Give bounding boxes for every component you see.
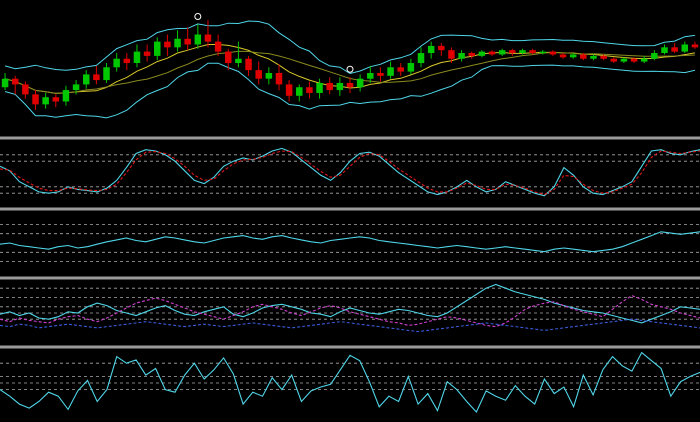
oscillator-pane-1[interactable]	[0, 147, 700, 197]
indicator-line	[0, 318, 700, 333]
candle-body	[661, 47, 668, 54]
indicator-line	[0, 150, 700, 196]
candle-body	[630, 58, 638, 62]
candle-body	[387, 67, 394, 76]
pane-separator	[0, 345, 700, 349]
candle-body	[225, 51, 232, 64]
candle-body	[275, 72, 283, 85]
candle-body	[590, 55, 597, 59]
candle-body	[82, 74, 90, 85]
candle-body	[580, 54, 587, 59]
candle-body	[326, 82, 333, 91]
candle-body	[407, 63, 415, 72]
candle-body	[478, 51, 486, 56]
chart-workspace[interactable]	[0, 0, 700, 418]
candle-body	[417, 53, 425, 64]
candle-body	[154, 41, 161, 56]
candle-body	[113, 58, 120, 68]
candle-body	[458, 53, 465, 59]
candle-body	[620, 58, 628, 62]
pane-separator	[0, 276, 700, 280]
candle-body	[235, 58, 242, 64]
candle-body	[285, 84, 293, 96]
candle-body	[306, 87, 313, 93]
candle-body	[93, 74, 100, 81]
price-pane[interactable]	[1, 13, 699, 119]
candle-body	[184, 38, 191, 45]
candle-body	[671, 47, 678, 52]
candle-body	[194, 34, 202, 45]
candle-body	[651, 53, 658, 59]
oscillator-pane-4[interactable]	[0, 351, 700, 413]
candle-body	[600, 55, 607, 59]
candle-body	[691, 44, 699, 48]
candle-body	[681, 44, 689, 52]
candle-body	[569, 54, 577, 58]
candle-body	[509, 50, 516, 54]
candle-body	[539, 51, 546, 54]
indicator-line	[0, 283, 700, 324]
candle-body	[346, 82, 354, 88]
candle-body	[255, 70, 262, 79]
bollinger-upper-line	[4, 20, 695, 75]
candle-body	[103, 67, 110, 81]
indicator-line	[0, 294, 700, 328]
candle-body	[52, 97, 60, 102]
candle-body	[529, 50, 536, 54]
candle-body	[1, 78, 9, 88]
candle-body	[133, 51, 141, 64]
fractal-marker	[346, 65, 354, 73]
indicator-line	[0, 351, 700, 413]
pane-separator	[0, 207, 700, 211]
candle-body	[519, 50, 526, 54]
candle-body	[143, 51, 151, 56]
candle-body	[22, 84, 29, 95]
candle-body	[448, 50, 455, 59]
candle-body	[265, 72, 273, 79]
candle-body	[610, 58, 618, 62]
candle-body	[164, 41, 171, 48]
candle-body	[32, 94, 39, 105]
candle-body	[468, 53, 475, 56]
candle-body	[204, 34, 212, 42]
oscillator-pane-3[interactable]	[0, 283, 700, 333]
candle-body	[316, 82, 323, 93]
pane-separator	[0, 136, 700, 140]
candle-body	[367, 72, 374, 79]
candle-body	[427, 45, 435, 54]
candle-body	[438, 45, 445, 51]
candle-body	[336, 82, 344, 91]
candle-body	[11, 78, 19, 85]
fractal-marker	[194, 13, 202, 21]
candle-body	[640, 58, 648, 62]
candle-body	[174, 38, 181, 48]
chart-canvas[interactable]	[0, 0, 700, 418]
candle-body	[214, 41, 222, 52]
candle-body	[377, 72, 384, 76]
indicator-line	[0, 231, 700, 253]
candle-body	[296, 87, 303, 96]
candle-body	[488, 51, 496, 55]
candle-body	[498, 50, 506, 55]
candle-body	[245, 58, 252, 71]
candle-body	[42, 97, 49, 105]
candle-body	[62, 90, 70, 102]
oscillator-pane-2[interactable]	[0, 223, 700, 263]
candle-body	[356, 78, 364, 88]
candle-body	[123, 58, 131, 64]
candle-body	[72, 84, 80, 91]
indicator-line	[0, 147, 700, 197]
candle-body	[559, 54, 567, 58]
candle-body	[549, 51, 557, 55]
candle-body	[397, 67, 404, 72]
